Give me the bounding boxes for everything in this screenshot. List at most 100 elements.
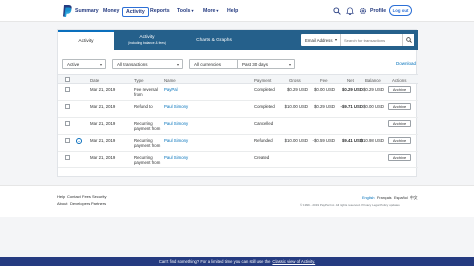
header-name: Name: [164, 78, 176, 83]
transaction-type: Recurring payment from: [134, 138, 161, 148]
type-filter-value: All transactions: [117, 61, 148, 67]
transaction-date: Mar 21, 2019: [90, 155, 116, 160]
currency-filter-value: All currencies: [194, 61, 222, 67]
row-checkbox[interactable]: [65, 87, 70, 92]
status-filter[interactable]: Active ▾: [62, 59, 106, 69]
search-type-select[interactable]: Email Address ▾: [301, 34, 341, 46]
footer-link-contact[interactable]: Contact: [67, 194, 81, 199]
tab-activity-balance[interactable]: Activity (including balance & fees): [114, 30, 180, 50]
header-type: Type: [134, 78, 144, 83]
archive-button[interactable]: Archive: [388, 86, 411, 93]
payment-status: Refunded: [254, 138, 273, 143]
archive-button[interactable]: Archive: [388, 137, 411, 144]
type-filter[interactable]: All transactions ▾: [112, 59, 183, 69]
archive-button[interactable]: Archive: [388, 154, 411, 161]
chevron-down-icon: ▾: [191, 8, 194, 13]
nav-more[interactable]: More▾: [203, 8, 218, 14]
fee-amount: $0.00 USD: [313, 87, 335, 92]
transaction-type: Fee reversal from: [134, 87, 158, 97]
transaction-name[interactable]: Paul Simony: [164, 121, 188, 126]
footer-link-developers[interactable]: Developers: [70, 201, 90, 206]
tab-balance-sublabel: (including balance & fees): [128, 41, 166, 45]
fee-amount: -$0.59 USD: [312, 138, 335, 143]
nav-activity[interactable]: Activity: [122, 6, 149, 17]
currency-filter[interactable]: All currencies ▾: [189, 59, 243, 69]
paypal-logo-icon[interactable]: [63, 5, 72, 17]
tab-activity[interactable]: Activity: [58, 30, 114, 50]
table-row[interactable]: Mar 21, 2019 Fee reversal from PayPal Compl…: [58, 84, 418, 101]
tab-balance-label: Activity: [139, 35, 155, 40]
gross-amount: $10.00 USD: [284, 138, 308, 143]
search-icon: [405, 37, 412, 43]
download-link[interactable]: Download: [396, 61, 416, 66]
search-bar: Email Address ▾: [301, 34, 414, 46]
nav-more-label: More: [203, 8, 216, 14]
transaction-name[interactable]: Paul Simony: [164, 104, 188, 109]
row-checkbox[interactable]: [65, 104, 70, 109]
language-english[interactable]: English: [362, 196, 374, 200]
nav-reports[interactable]: Reports: [150, 8, 170, 14]
header-payment: Payment: [254, 78, 272, 83]
header-date[interactable]: Date: [90, 78, 99, 83]
status-filter-value: Active: [67, 61, 80, 67]
table-row[interactable]: Mar 21, 2019 Recurring payment from Paul S…: [58, 152, 418, 168]
gross-amount: $0.29 USD: [286, 87, 308, 92]
select-all-checkbox[interactable]: [65, 77, 70, 82]
footer-link-about[interactable]: About: [57, 201, 67, 206]
row-checkbox[interactable]: [65, 121, 70, 126]
row-checkbox[interactable]: [65, 138, 70, 143]
classic-view-link[interactable]: Classic view of Activity.: [272, 259, 315, 264]
table-header: Date Type Name Payment Gross Fee Net Bal…: [58, 74, 418, 84]
payment-status: Completed: [254, 87, 275, 92]
transaction-type: Refund to: [134, 104, 153, 109]
banner-text: Can't find something? For a limited time…: [158, 259, 271, 264]
table-row[interactable]: Mar 21, 2019 Recurring payment from Paul S…: [58, 118, 418, 135]
bell-icon[interactable]: [346, 7, 354, 15]
language-spanish[interactable]: Español: [394, 196, 408, 200]
transaction-name[interactable]: Paul Simony: [164, 155, 188, 160]
balance-amount: $10.98 USD: [360, 138, 384, 143]
search-input[interactable]: [341, 34, 402, 46]
top-nav: Summary Money Activity Reports Tools▾ Mo…: [0, 0, 474, 22]
chevron-down-icon: ▾: [176, 62, 179, 67]
language-chinese[interactable]: 中文: [410, 196, 418, 201]
archive-button[interactable]: Archive: [388, 120, 411, 127]
classic-view-banner: Can't find something? For a limited time…: [0, 257, 474, 266]
nav-summary[interactable]: Summary: [75, 8, 99, 14]
tab-charts-label: Charts & Graphs: [196, 37, 232, 43]
nav-help[interactable]: Help: [227, 8, 238, 14]
transaction-type: Recurring payment from: [134, 121, 161, 131]
footer-link-help[interactable]: Help: [57, 194, 65, 199]
nav-money[interactable]: Money: [103, 8, 119, 14]
logout-button[interactable]: Log out: [389, 5, 412, 16]
tab-charts-graphs[interactable]: Charts & Graphs: [180, 30, 248, 50]
copyright-text: © 1999 - 2019 PayPal Inc. All rights res…: [300, 203, 400, 207]
table-row[interactable]: Mar 21, 2019 Refund to Paul Simony Complete…: [58, 101, 418, 118]
transaction-date: Mar 21, 2019: [90, 104, 116, 109]
payment-status: Created: [254, 155, 270, 160]
balance-amount: $0.00 USD: [362, 104, 384, 109]
language-french[interactable]: Français: [377, 196, 392, 200]
transaction-date: Mar 21, 2019: [90, 121, 116, 126]
archive-button[interactable]: Archive: [388, 103, 411, 110]
transaction-date: Mar 21, 2019: [90, 87, 116, 92]
row-checkbox[interactable]: [65, 155, 70, 160]
header-gross: Gross: [289, 78, 301, 83]
table-row[interactable]: ⌄ Mar 21, 2019 Recurring payment from Paul …: [58, 135, 418, 152]
search-button[interactable]: [402, 34, 414, 46]
transaction-date: Mar 21, 2019: [90, 138, 116, 143]
expand-row-icon[interactable]: ⌄: [76, 137, 82, 144]
transaction-name[interactable]: PayPal: [164, 87, 178, 92]
search-icon[interactable]: [333, 7, 341, 15]
footer-link-partners[interactable]: Partners: [91, 201, 106, 206]
tab-activity-label: Activity: [78, 38, 94, 44]
footer-link-fees[interactable]: Fees: [82, 194, 91, 199]
activity-card: Activity Activity (including balance & f…: [57, 29, 418, 177]
chevron-down-icon: ▾: [288, 62, 291, 67]
nav-tools[interactable]: Tools▾: [177, 8, 193, 14]
footer-link-security[interactable]: Security: [92, 194, 106, 199]
profile-link[interactable]: Profile: [370, 8, 386, 14]
transaction-name[interactable]: Paul Simony: [164, 138, 188, 143]
gear-icon[interactable]: [359, 7, 367, 15]
period-filter[interactable]: Past 30 days ▾: [237, 59, 295, 69]
